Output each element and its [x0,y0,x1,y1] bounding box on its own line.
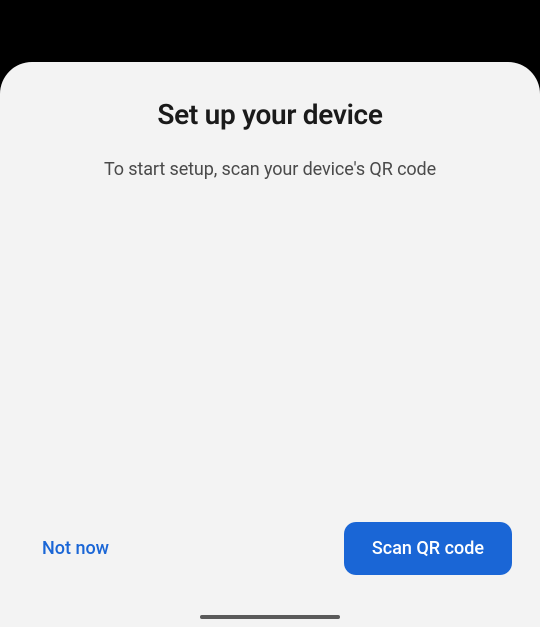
button-row: Not now Scan QR code [28,522,512,575]
scan-qr-code-button[interactable]: Scan QR code [344,522,512,575]
setup-bottom-sheet: Set up your device To start setup, scan … [0,62,540,627]
content-spacer [28,180,512,522]
not-now-button[interactable]: Not now [28,526,123,571]
dialog-subtitle: To start setup, scan your device's QR co… [28,159,512,180]
navigation-handle[interactable] [200,615,340,619]
dialog-title: Set up your device [28,98,512,131]
